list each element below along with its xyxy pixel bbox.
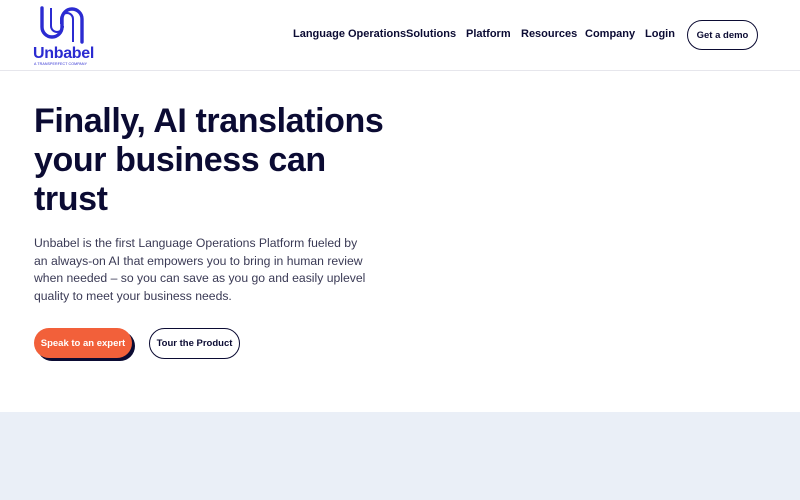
brand-name: Unbabel [33,45,95,62]
speak-to-expert-button-wrap: Speak to an expert [34,328,135,361]
get-a-demo-button[interactable]: Get a demo [687,20,758,50]
tour-the-product-button[interactable]: Tour the Product [149,328,240,359]
hero-title: Finally, AI translations your business c… [34,102,384,218]
section-band [0,412,800,500]
site-header: Unbabel A TRANSPERFECT COMPANY Language … [0,0,800,71]
nav-item-resources[interactable]: Resources [521,28,577,40]
nav-item-solutions[interactable]: Solutions [406,28,456,40]
nav-item-language-operations[interactable]: Language Operations [293,28,406,40]
main-nav: Language Operations Solutions Platform R… [0,28,800,42]
hero-description: Unbabel is the first Language Operations… [34,236,366,303]
nav-item-company[interactable]: Company [585,28,635,40]
brand-tagline: A TRANSPERFECT COMPANY [34,62,88,66]
nav-item-login[interactable]: Login [645,28,675,40]
speak-to-expert-button[interactable]: Speak to an expert [34,328,132,358]
nav-item-platform[interactable]: Platform [466,28,511,40]
